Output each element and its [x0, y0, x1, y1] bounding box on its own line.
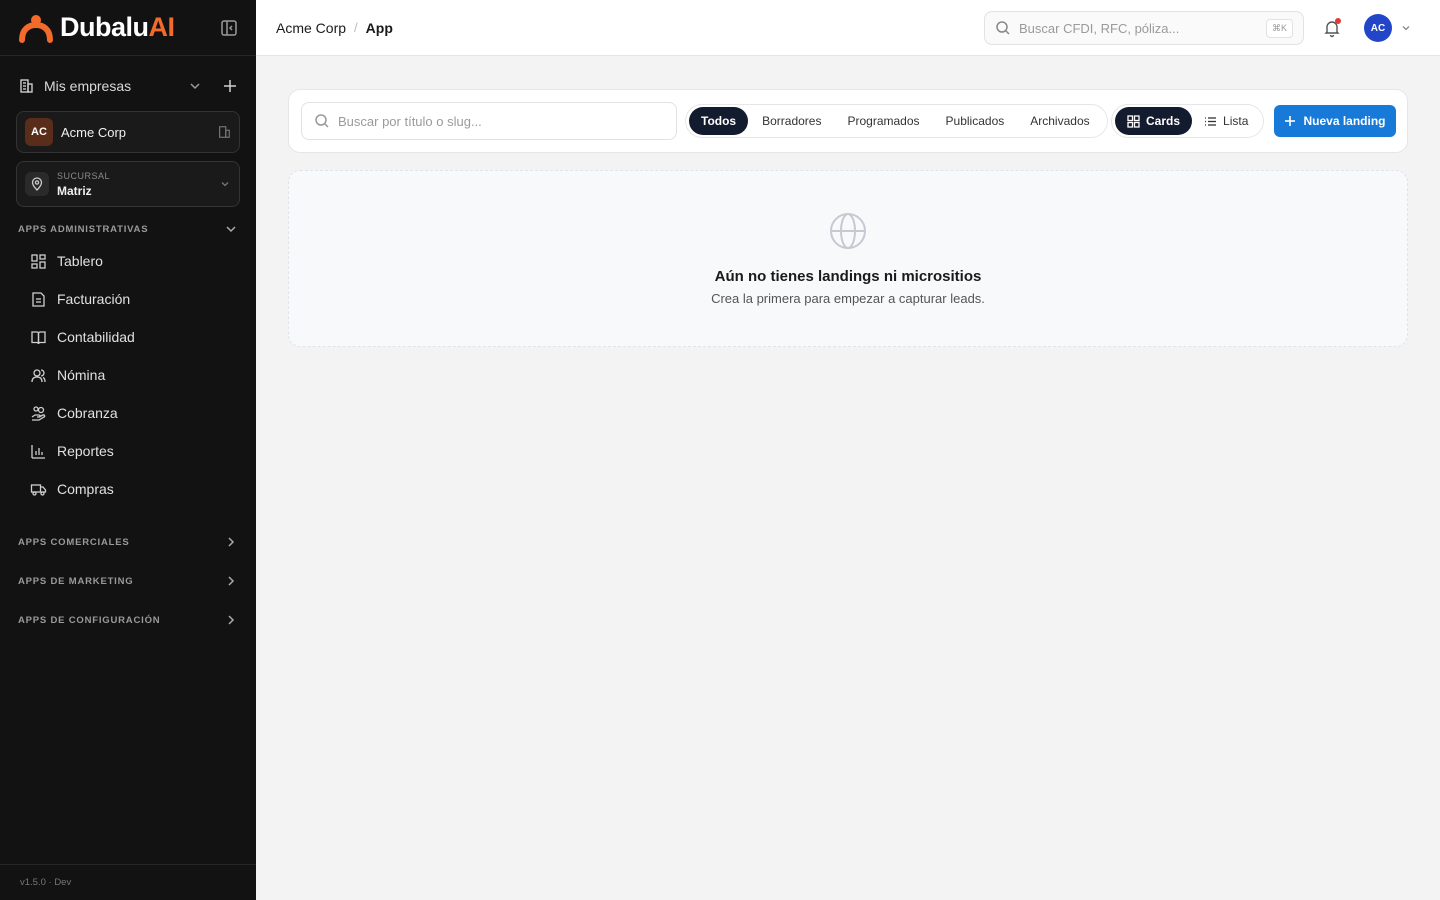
book-icon [31, 330, 46, 344]
landing-search[interactable] [301, 102, 677, 140]
empty-state-title: Aún no tienes landings ni micrositios [714, 268, 982, 285]
empty-state: Aún no tienes landings ni micrositios Cr… [288, 170, 1408, 347]
collapse-sidebar-icon[interactable] [220, 19, 238, 37]
grid-icon [1127, 114, 1140, 128]
sidebar-item-nomina[interactable]: Nómina [0, 356, 256, 394]
status-filter-group: Todos Borradores Programados Publicados … [685, 104, 1108, 138]
chevron-down-icon [226, 226, 236, 233]
landing-search-input[interactable] [338, 113, 658, 129]
globe-icon [830, 213, 866, 249]
filter-programados[interactable]: Programados [835, 107, 931, 135]
group-marketing-apps[interactable]: APPS DE MARKETING [0, 571, 256, 591]
global-search-input[interactable]: Buscar CFDI, RFC, póliza... ⌘K [984, 11, 1304, 45]
sidebar-item-compras[interactable]: Compras [0, 470, 256, 508]
company-selector[interactable]: AC Acme Corp [16, 111, 240, 153]
landings-toolbar: Todos Borradores Programados Publicados … [288, 89, 1408, 153]
sidebar-item-facturacion[interactable]: Facturación [0, 280, 256, 318]
sidebar-item-label: Compras [57, 481, 114, 497]
shortcut-badge: ⌘K [1265, 18, 1293, 38]
brand-logo-icon [19, 14, 53, 43]
version-label: v1.5.0 · Dev [0, 864, 256, 900]
chevron-right-icon [228, 615, 235, 625]
plus-icon [1285, 116, 1296, 126]
sidebar: DubaluAI Mis empresas AC Acme Corp SUCUR… [0, 0, 256, 900]
chevron-down-icon [221, 182, 229, 187]
branch-label: SUCURSAL [57, 170, 111, 181]
branch-value: Matriz [57, 183, 92, 198]
bar-chart-icon [31, 444, 45, 459]
filter-archivados[interactable]: Archivados [1018, 107, 1101, 135]
chevron-right-icon [228, 537, 235, 547]
chevron-down-icon[interactable] [1400, 22, 1412, 34]
new-landing-button[interactable]: Nueva landing [1274, 105, 1396, 137]
truck-icon [30, 483, 47, 496]
notifications-button[interactable] [1322, 18, 1342, 38]
filter-borradores[interactable]: Borradores [750, 107, 833, 135]
list-icon [1205, 116, 1217, 126]
view-list-button[interactable]: Lista [1192, 107, 1260, 135]
filter-todos[interactable]: Todos [689, 107, 749, 135]
dashboard-icon [31, 253, 46, 269]
topbar: Acme Corp / App Buscar CFDI, RFC, póliza… [256, 0, 1440, 56]
my-companies-header[interactable]: Mis empresas [18, 74, 238, 98]
sidebar-item-label: Reportes [57, 443, 114, 459]
hand-coins-icon [31, 405, 46, 421]
chevron-right-icon [228, 576, 235, 586]
notification-dot [1335, 18, 1341, 24]
invoice-icon [32, 291, 45, 307]
building-icon [20, 79, 33, 93]
group-config-apps[interactable]: APPS DE CONFIGURACIÓN [0, 610, 256, 630]
company-name: Acme Corp [61, 124, 127, 140]
my-companies-label: Mis empresas [44, 78, 132, 94]
breadcrumb-current: App [365, 19, 393, 36]
sidebar-item-contabilidad[interactable]: Contabilidad [0, 318, 256, 356]
sidebar-item-reportes[interactable]: Reportes [0, 432, 256, 470]
sidebar-item-label: Cobranza [57, 405, 118, 421]
brand: DubaluAI [0, 0, 256, 56]
breadcrumb-company[interactable]: Acme Corp [276, 20, 346, 36]
sidebar-item-label: Facturación [57, 291, 131, 307]
breadcrumb-separator: / [354, 20, 358, 35]
building-icon [219, 126, 230, 138]
global-search-placeholder: Buscar CFDI, RFC, póliza... [1019, 20, 1180, 36]
search-icon [315, 114, 329, 128]
group-admin-apps[interactable]: APPS ADMINISTRATIVAS [0, 219, 256, 239]
search-icon [996, 21, 1010, 35]
sidebar-item-label: Nómina [57, 367, 106, 383]
view-toggle: Cards Lista [1111, 104, 1265, 138]
empty-state-subtitle: Crea la primera para empezar a capturar … [711, 291, 985, 306]
chevron-down-icon[interactable] [188, 79, 202, 93]
map-pin-icon [25, 172, 49, 196]
sidebar-item-cobranza[interactable]: Cobranza [0, 394, 256, 432]
group-commercial-apps[interactable]: APPS COMERCIALES [0, 532, 256, 552]
sidebar-item-tablero[interactable]: Tablero [0, 242, 256, 280]
add-company-icon[interactable] [222, 78, 238, 94]
sidebar-item-label: Contabilidad [57, 329, 135, 345]
branch-selector[interactable]: SUCURSAL Matriz [16, 161, 240, 207]
user-avatar[interactable]: AC [1364, 14, 1392, 42]
view-cards-button[interactable]: Cards [1115, 107, 1193, 135]
filter-publicados[interactable]: Publicados [934, 107, 1017, 135]
company-avatar: AC [25, 118, 53, 146]
sidebar-item-label: Tablero [57, 253, 103, 269]
brand-name: DubaluAI [60, 12, 175, 42]
users-icon [31, 368, 46, 382]
